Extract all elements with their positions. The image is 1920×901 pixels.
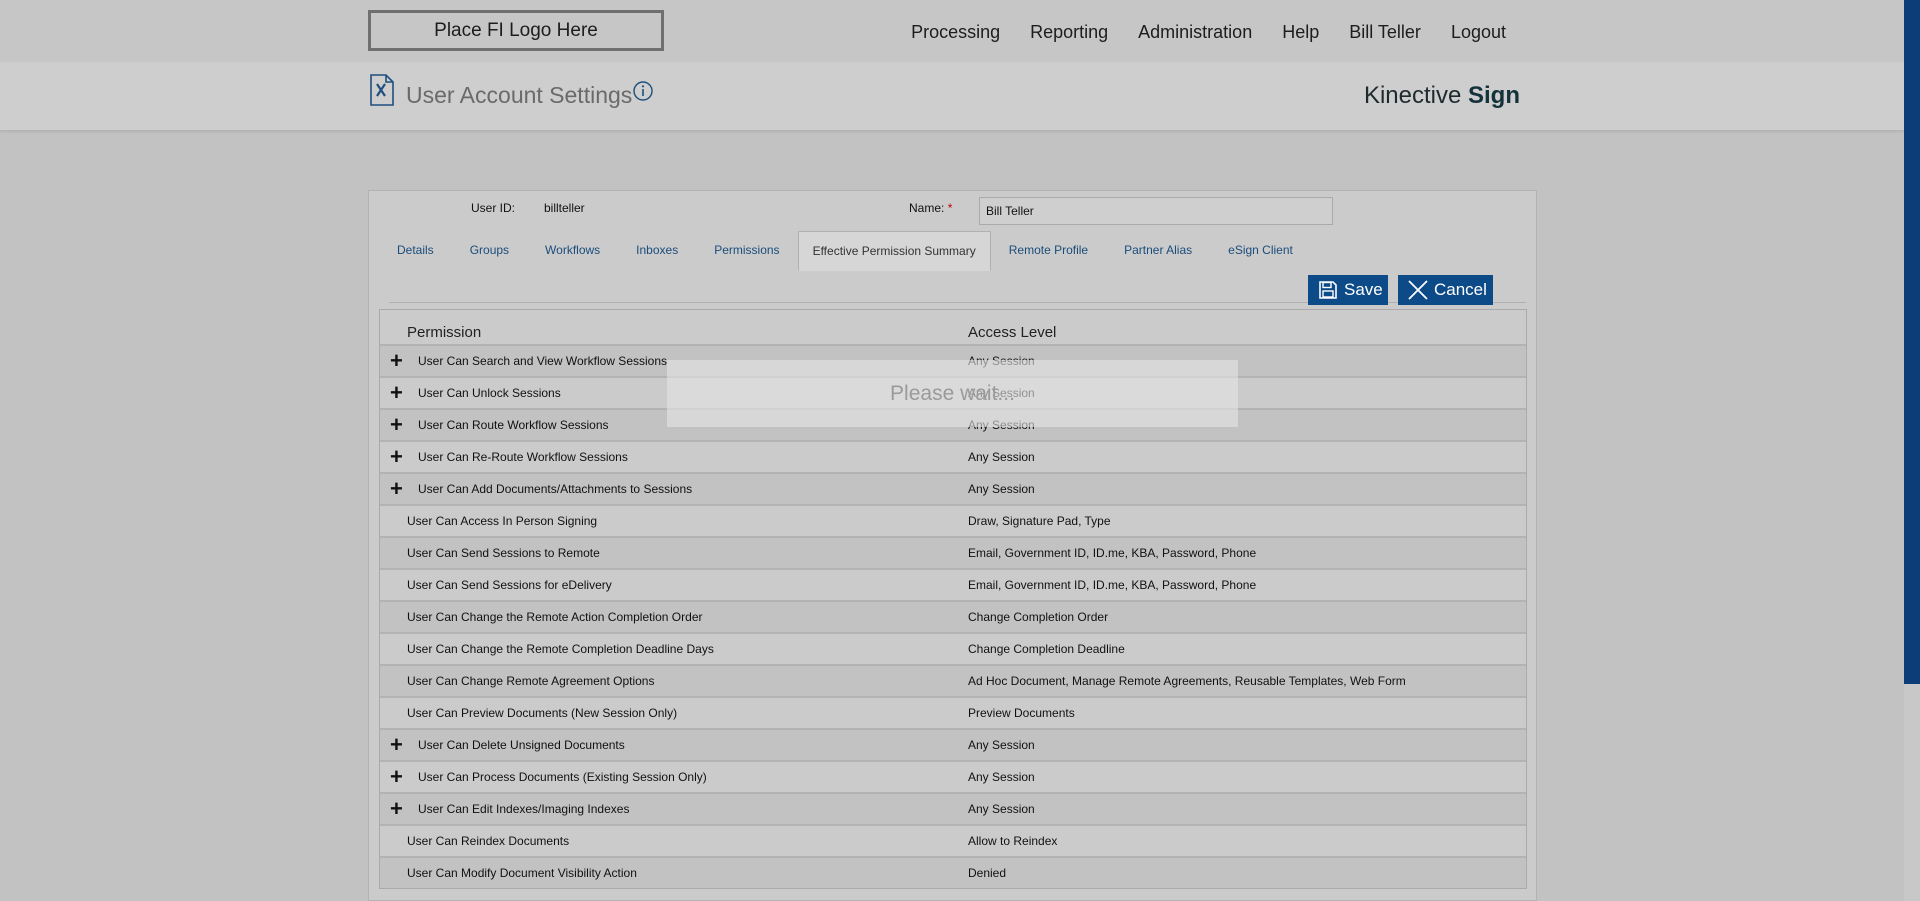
table-row: User Can Modify Document Visibility Acti… bbox=[380, 856, 1526, 888]
name-label-text: Name: bbox=[909, 201, 945, 215]
permission-name: User Can Reindex Documents bbox=[407, 834, 570, 848]
grid-header: Permission Access Level bbox=[380, 310, 1526, 344]
expand-plus-icon[interactable]: + bbox=[390, 350, 403, 372]
access-level: Any Session bbox=[968, 738, 1035, 752]
info-icon[interactable] bbox=[632, 80, 654, 107]
permission-name: User Can Change the Remote Action Comple… bbox=[407, 610, 703, 624]
nav-reporting[interactable]: Reporting bbox=[1030, 22, 1108, 43]
permission-name: User Can Modify Document Visibility Acti… bbox=[407, 866, 637, 880]
tab-permissions[interactable]: Permissions bbox=[696, 231, 797, 269]
table-row[interactable]: + User Can Delete Unsigned Documents Any S… bbox=[380, 728, 1526, 760]
access-level: Change Completion Deadline bbox=[968, 642, 1125, 656]
tab-details[interactable]: Details bbox=[379, 231, 452, 269]
page-header: User Account Settings Kinective Sign bbox=[0, 62, 1904, 130]
fi-logo-placeholder[interactable]: Place FI Logo Here bbox=[368, 10, 664, 51]
document-settings-icon bbox=[369, 74, 395, 111]
permission-name: User Can Change Remote Agreement Options bbox=[407, 674, 655, 688]
table-row: User Can Change Remote Agreement Options… bbox=[380, 664, 1526, 696]
save-label: Save bbox=[1344, 280, 1383, 299]
access-level: Any Session bbox=[968, 450, 1035, 464]
table-row: User Can Access In Person Signing Draw, S… bbox=[380, 504, 1526, 536]
expand-plus-icon[interactable]: + bbox=[390, 734, 403, 756]
table-row[interactable]: + User Can Edit Indexes/Imaging Indexes An… bbox=[380, 792, 1526, 824]
table-row: User Can Preview Documents (New Session … bbox=[380, 696, 1526, 728]
access-level: Any Session bbox=[968, 482, 1035, 496]
nav-logout[interactable]: Logout bbox=[1451, 22, 1506, 43]
tab-esign-client[interactable]: eSign Client bbox=[1210, 231, 1311, 269]
access-level: Any Session bbox=[968, 770, 1035, 784]
brand-logo: Kinective Sign bbox=[1364, 82, 1520, 110]
table-row[interactable]: + User Can Add Documents/Attachments to S… bbox=[380, 472, 1526, 504]
expand-plus-icon[interactable]: + bbox=[390, 478, 403, 500]
tab-groups[interactable]: Groups bbox=[452, 231, 527, 269]
column-header-access-level: Access Level bbox=[968, 324, 1057, 341]
nav-processing[interactable]: Processing bbox=[911, 22, 1000, 43]
tab-effective-permission-summary[interactable]: Effective Permission Summary bbox=[797, 231, 991, 271]
tab-partner-alias[interactable]: Partner Alias bbox=[1106, 231, 1210, 269]
permission-name: User Can Route Workflow Sessions bbox=[418, 418, 609, 432]
floppy-disk-icon bbox=[1318, 280, 1338, 300]
top-navigation-bar: Place FI Logo Here Processing Reporting … bbox=[0, 0, 1904, 62]
expand-plus-icon[interactable]: + bbox=[390, 382, 403, 404]
permission-name: User Can Delete Unsigned Documents bbox=[418, 738, 625, 752]
user-settings-panel: User ID: billteller Name: * Details Grou… bbox=[368, 190, 1537, 901]
tab-inboxes[interactable]: Inboxes bbox=[618, 231, 696, 269]
table-row: User Can Send Sessions to Remote Email, G… bbox=[380, 536, 1526, 568]
permission-name: User Can Send Sessions to Remote bbox=[407, 546, 600, 560]
scrollbar-thumb[interactable] bbox=[1904, 0, 1920, 684]
column-header-permission: Permission bbox=[407, 324, 482, 341]
name-input[interactable] bbox=[979, 197, 1333, 225]
user-id-label: User ID: bbox=[471, 201, 516, 215]
permission-name: User Can Access In Person Signing bbox=[407, 514, 598, 528]
table-row[interactable]: + User Can Process Documents (Existing Se… bbox=[380, 760, 1526, 792]
required-marker: * bbox=[947, 201, 953, 215]
permission-name: User Can Send Sessions for eDelivery bbox=[407, 578, 612, 592]
permission-name: User Can Unlock Sessions bbox=[418, 386, 561, 400]
expand-plus-icon[interactable]: + bbox=[390, 446, 403, 468]
access-level: Draw, Signature Pad, Type bbox=[968, 514, 1111, 528]
permission-name: User Can Re-Route Workflow Sessions bbox=[418, 450, 628, 464]
permission-name: User Can Search and View Workflow Sessio… bbox=[418, 354, 667, 368]
permission-name: User Can Edit Indexes/Imaging Indexes bbox=[418, 802, 630, 816]
access-level: Change Completion Order bbox=[968, 610, 1109, 624]
cancel-button[interactable]: Cancel bbox=[1398, 275, 1493, 305]
settings-tabs: Details Groups Workflows Inboxes Permiss… bbox=[379, 231, 1311, 271]
save-button[interactable]: Save bbox=[1308, 275, 1388, 305]
permission-name: User Can Process Documents (Existing Ses… bbox=[418, 770, 707, 784]
brand-name-light: Kinective bbox=[1363, 82, 1468, 109]
table-row: User Can Change the Remote Completion De… bbox=[380, 632, 1526, 664]
close-icon bbox=[1407, 279, 1429, 301]
table-row: User Can Change the Remote Action Comple… bbox=[380, 600, 1526, 632]
page-scrollbar[interactable] bbox=[1904, 0, 1920, 901]
table-row: User Can Reindex Documents Allow to Reind… bbox=[380, 824, 1526, 856]
access-level: Preview Documents bbox=[968, 706, 1075, 720]
please-wait-overlay: Please wait... bbox=[667, 360, 1238, 427]
permission-name: User Can Add Documents/Attachments to Se… bbox=[418, 482, 693, 496]
expand-plus-icon[interactable]: + bbox=[390, 414, 403, 436]
access-level: Allow to Reindex bbox=[968, 834, 1058, 848]
permission-name: User Can Preview Documents (New Session … bbox=[407, 706, 678, 720]
access-level: Email, Government ID, ID.me, KBA, Passwo… bbox=[968, 578, 1257, 592]
access-level: Any Session bbox=[968, 802, 1035, 816]
brand-name-bold: Sign bbox=[1468, 82, 1520, 109]
tab-remote-profile[interactable]: Remote Profile bbox=[991, 231, 1106, 269]
cancel-label: Cancel bbox=[1434, 280, 1487, 299]
table-row[interactable]: + User Can Re-Route Workflow Sessions Any … bbox=[380, 440, 1526, 472]
page-title: User Account Settings bbox=[406, 82, 633, 108]
user-id-value: billteller bbox=[544, 201, 585, 215]
table-row: User Can Send Sessions for eDelivery Emai… bbox=[380, 568, 1526, 600]
access-level: Denied bbox=[968, 866, 1007, 880]
nav-administration[interactable]: Administration bbox=[1138, 22, 1252, 43]
access-level: Ad Hoc Document, Manage Remote Agreement… bbox=[968, 674, 1406, 688]
nav-help[interactable]: Help bbox=[1282, 22, 1319, 43]
name-label: Name: * bbox=[909, 201, 952, 215]
expand-plus-icon[interactable]: + bbox=[390, 798, 403, 820]
access-level: Email, Government ID, ID.me, KBA, Passwo… bbox=[968, 546, 1257, 560]
permission-name: User Can Change the Remote Completion De… bbox=[407, 642, 714, 656]
main-menu: Processing Reporting Administration Help… bbox=[911, 22, 1506, 43]
tab-workflows[interactable]: Workflows bbox=[527, 231, 618, 269]
expand-plus-icon[interactable]: + bbox=[390, 766, 403, 788]
nav-user-name[interactable]: Bill Teller bbox=[1349, 22, 1421, 43]
